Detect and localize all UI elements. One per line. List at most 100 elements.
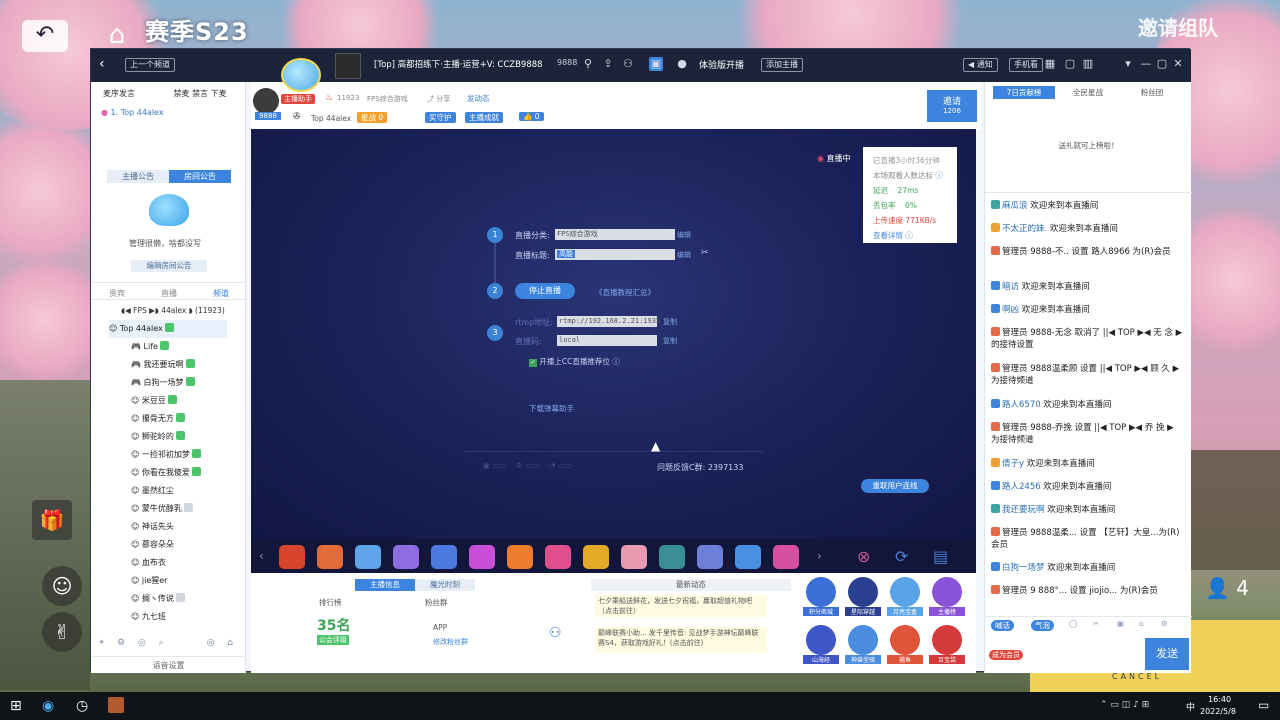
gift-item[interactable] — [773, 545, 799, 569]
windows-start-icon[interactable]: ⊞ — [10, 698, 22, 714]
reconnect-button[interactable]: 重联用户连线 — [861, 479, 929, 493]
invite-team-button[interactable]: 邀请组队 — [1138, 12, 1218, 41]
layout-icon[interactable]: ▥ — [1081, 57, 1095, 71]
gift-item[interactable] — [697, 545, 723, 569]
back-arrow-icon[interactable]: ‹ — [99, 56, 105, 72]
camera-icon[interactable]: ▣ — [649, 57, 663, 71]
list-item[interactable]: 🎮 白狗一场梦 — [131, 374, 195, 392]
news-item[interactable]: 巅峰联赛小助... 发千里传音: 见战梦手游神坛巅峰联赛S4，获取游戏好礼！(点… — [595, 627, 767, 653]
cancel-label[interactable]: CANCEL — [1112, 672, 1162, 681]
emoji-icon[interactable]: ☺ — [42, 566, 82, 606]
detail-link[interactable]: 查看详情 ⓘ — [873, 228, 947, 243]
tab-star-war[interactable]: 全民星战 — [1057, 86, 1119, 99]
game-back-button[interactable]: ↶ — [22, 20, 68, 52]
activity-item[interactable]: 积分商城 — [803, 577, 839, 616]
activity-item[interactable]: 神兽坐骑 — [845, 625, 881, 664]
refresh-icon[interactable]: ⟳ — [895, 547, 908, 566]
list-item[interactable]: 🎮 我还要玩啊 — [131, 356, 195, 374]
guard-button[interactable]: 买守护 — [425, 112, 456, 123]
window-icon[interactable]: ▢ — [1063, 57, 1077, 71]
gift-item[interactable] — [735, 545, 761, 569]
tab-live[interactable]: 直播 — [161, 288, 177, 299]
publish-link[interactable]: 发动态 — [467, 93, 490, 104]
tab-ban-chat[interactable]: 禁言 — [192, 89, 208, 98]
gift-item[interactable] — [621, 545, 647, 569]
add-anchor-button[interactable]: 添加主播 — [761, 58, 803, 72]
activity-item[interactable]: 月亮宝盒 — [887, 577, 923, 616]
channel-title[interactable]: ◖◀ FPS ▶◗ 44alex ◗ (11923) — [121, 306, 225, 315]
gift-box-icon[interactable]: 🎁 — [32, 500, 72, 540]
list-item[interactable]: ☺ 墨然红尘 — [131, 482, 174, 500]
gift-item[interactable] — [583, 545, 609, 569]
activity-item[interactable]: 山海经 — [803, 625, 839, 664]
gift-item[interactable] — [431, 545, 457, 569]
gift-item[interactable] — [355, 545, 381, 569]
stream-field[interactable]: local — [557, 335, 657, 346]
gift-item[interactable] — [545, 545, 571, 569]
list-item[interactable]: ☺ 神话先头 — [131, 518, 174, 536]
minimize-icon[interactable]: — — [1139, 57, 1153, 71]
tab-ban-mic[interactable]: 禁麦 — [174, 89, 190, 98]
toggle-icon[interactable]: ● — [675, 57, 689, 71]
download-danmu-link[interactable]: 下载弹幕助手 — [529, 403, 574, 414]
activity-item[interactable]: 百宝袋 — [929, 625, 965, 664]
title-edit[interactable]: 编辑 — [677, 250, 691, 260]
activity-item[interactable]: 主播榜 — [929, 577, 965, 616]
clock-time[interactable]: 16:40 — [1208, 695, 1231, 704]
rtmp-field[interactable]: rtmp://192.168.2.21:1935 — [557, 316, 660, 327]
tab-down-mic[interactable]: 下麦 — [211, 89, 227, 98]
stop-live-button[interactable]: 停止直播 — [515, 283, 575, 299]
tray-icons[interactable]: ⌃ ▭ ◫ ♪ ⊞ — [1100, 700, 1149, 710]
tutorial-link[interactable]: 《直播教程汇总》 — [595, 287, 655, 298]
image-icon[interactable]: ▣ — [1117, 619, 1124, 628]
bubble-button[interactable]: 气泡 — [1031, 620, 1054, 631]
list-item[interactable]: ☺ 血布衣 — [131, 554, 166, 572]
pin-icon[interactable]: ⚲ — [581, 57, 595, 71]
list-item[interactable]: ☺ 攥骨无方 — [131, 410, 185, 428]
shuffle-icon[interactable]: ✂ — [701, 248, 709, 258]
category-edit[interactable]: 编辑 — [677, 230, 691, 240]
tab-magic-moment[interactable]: 魔光时刻 — [415, 579, 475, 591]
tab-channel[interactable]: 频道 — [213, 288, 229, 299]
list-item[interactable]: ☺ Top 44alex — [109, 320, 227, 338]
list-item[interactable]: ☺ 慕容朵朵 — [131, 536, 174, 554]
gift-item[interactable] — [659, 545, 685, 569]
gift-prev-icon[interactable]: ‹ — [259, 549, 264, 563]
gift-item[interactable] — [507, 545, 533, 569]
tab-fan-club[interactable]: 粉丝团 — [1121, 86, 1183, 99]
voice-settings-button[interactable]: 语音设置 — [91, 656, 246, 673]
edit-notice-button[interactable]: 编辑房间公告 — [131, 260, 207, 272]
anchor-avatar[interactable] — [253, 88, 279, 114]
tab-room-notice[interactable]: 房间公告 — [169, 170, 231, 183]
list-item[interactable]: ☺ 搁ヽ传说 — [131, 590, 185, 608]
search-icon[interactable]: ⌕ — [159, 638, 164, 648]
gift-item[interactable] — [279, 545, 305, 569]
settings-icon[interactable]: ⚙ — [117, 638, 125, 648]
edge-icon[interactable]: ◉ — [42, 698, 54, 714]
tab-vip[interactable]: 贵宾 — [109, 288, 125, 299]
store-icon[interactable]: ▤ — [933, 547, 948, 566]
scissors-icon[interactable]: ✂ — [1093, 619, 1099, 628]
list-item[interactable]: ☺ 米豆豆 — [131, 392, 177, 410]
tab-7day-rank[interactable]: 7日贡献榜 — [993, 86, 1055, 99]
send-button[interactable]: 发送 — [1145, 638, 1189, 670]
tab-anchor-info[interactable]: 主播信息 — [355, 579, 415, 591]
input-lang[interactable]: 中 — [1186, 700, 1195, 713]
rtmp-copy[interactable]: 复制 — [663, 317, 677, 327]
list-item[interactable]: ☺ 蒙牛优醇乳 — [131, 500, 193, 518]
game-home-icon[interactable]: ⌂ — [100, 18, 134, 52]
list-item[interactable]: ☺ jie猩er — [131, 572, 167, 590]
target-icon[interactable]: ◎ — [138, 638, 146, 648]
maximize-icon[interactable]: ▢ — [1155, 57, 1169, 71]
gift-next-icon[interactable]: › — [817, 549, 822, 563]
category-link[interactable]: FPS综合游戏 — [367, 94, 408, 104]
share-link[interactable]: ⤴ 分享 — [427, 94, 450, 104]
invite-button[interactable]: 邀请 1206 — [927, 90, 977, 122]
dropdown-icon[interactable]: ▾ — [1121, 57, 1135, 71]
tab-mic-order[interactable]: 麦序发言 — [103, 89, 135, 98]
location-icon[interactable]: ⌖ — [99, 638, 104, 648]
users-icon[interactable]: ⚇ — [621, 57, 635, 71]
list-item[interactable]: ☺ 狮驼岭的 — [131, 428, 185, 446]
notification-icon[interactable]: ▭ — [1258, 698, 1269, 712]
prev-channel-button[interactable]: 上一个频道 — [125, 58, 175, 72]
